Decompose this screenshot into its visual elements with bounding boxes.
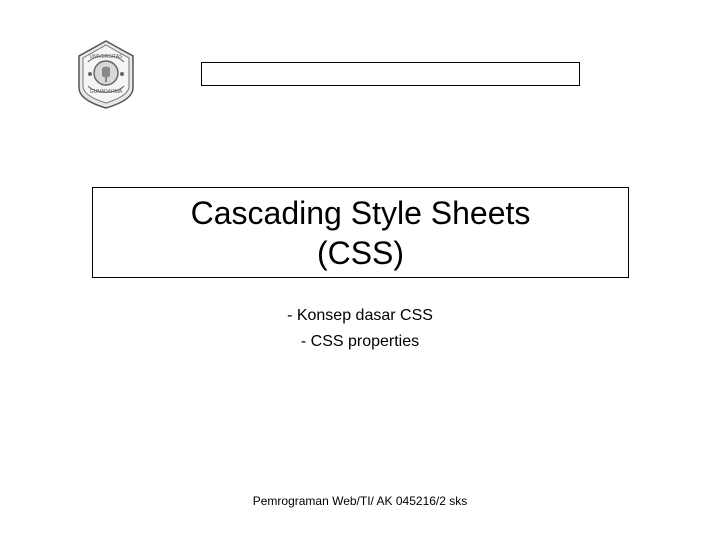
logo-svg: UNIVERSITAS GUNADARMA bbox=[73, 38, 139, 111]
title-line-2: (CSS) bbox=[317, 233, 404, 273]
subtitle-group: - Konsep dasar CSS - CSS properties bbox=[0, 303, 720, 354]
header-empty-box bbox=[201, 62, 580, 86]
subtitle-item-1: - Konsep dasar CSS bbox=[0, 303, 720, 329]
subtitle-item-2: - CSS properties bbox=[0, 329, 720, 355]
title-line-1: Cascading Style Sheets bbox=[191, 193, 531, 233]
header-area: UNIVERSITAS GUNADARMA bbox=[0, 38, 720, 118]
title-box: Cascading Style Sheets (CSS) bbox=[92, 187, 629, 278]
logo-top-text: UNIVERSITAS bbox=[90, 54, 124, 60]
university-logo: UNIVERSITAS GUNADARMA bbox=[73, 38, 139, 111]
footer-text: Pemrograman Web/TI/ AK 045216/2 sks bbox=[0, 494, 720, 508]
logo-bottom-text: GUNADARMA bbox=[90, 89, 123, 95]
